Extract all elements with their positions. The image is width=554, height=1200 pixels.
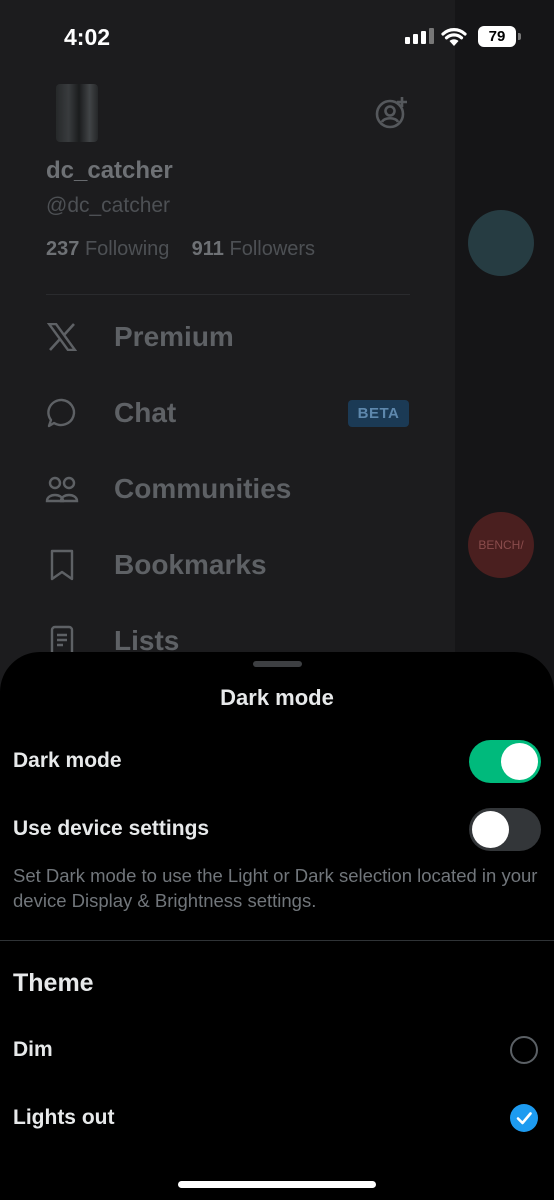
dark-mode-toggle[interactable]: [469, 740, 541, 783]
beta-badge: BETA: [348, 400, 409, 427]
followers-count: 911: [191, 238, 224, 260]
followers-label: Followers: [229, 238, 316, 260]
toggle-knob: [501, 743, 538, 780]
nav-item-label: Chat: [114, 397, 177, 428]
battery-icon: 79: [478, 26, 521, 47]
x-logo-icon: [44, 319, 80, 355]
people-icon: [44, 471, 80, 507]
following-link[interactable]: 237 Following: [46, 238, 169, 260]
helper-text: Set Dark mode to use the Light or Dark s…: [13, 865, 538, 911]
nav-item-chat[interactable]: Chat: [44, 388, 176, 438]
following-label: Following: [84, 238, 170, 260]
status-bar: 4:02 79: [0, 0, 554, 72]
theme-heading: Theme: [13, 969, 94, 997]
divider: [46, 294, 410, 295]
user-handle: @dc_catcher: [46, 194, 171, 217]
device-settings-toggle[interactable]: [469, 808, 541, 851]
nav-item-communities[interactable]: Communities: [44, 464, 291, 514]
nav-item-label: Premium: [114, 321, 234, 352]
checkmark-icon: [516, 1112, 532, 1125]
home-indicator[interactable]: [178, 1181, 376, 1188]
follow-stats: 237 Following 911 Followers: [46, 238, 315, 261]
nav-item-premium[interactable]: Premium: [44, 312, 234, 362]
theme-dim-radio[interactable]: [510, 1036, 538, 1064]
nav-item-label: Communities: [114, 473, 292, 504]
cellular-signal-icon: [405, 28, 434, 44]
clock: 4:02: [64, 24, 111, 50]
feed-avatar: [468, 210, 534, 276]
feed-avatar: BENCH/: [468, 512, 534, 578]
chat-bubble-icon: [44, 395, 80, 431]
toggle-knob: [472, 811, 509, 848]
avatar[interactable]: [56, 84, 98, 142]
theme-option-dim-label[interactable]: Dim: [13, 1038, 53, 1062]
nav-item-bookmarks[interactable]: Bookmarks: [44, 540, 267, 590]
theme-option-lights-out-label[interactable]: Lights out: [13, 1106, 114, 1130]
theme-lights-out-radio[interactable]: [510, 1104, 538, 1132]
dark-mode-label: Dark mode: [13, 749, 122, 772]
nav-item-label: Bookmarks: [114, 549, 267, 580]
device-settings-label: Use device settings: [13, 817, 210, 840]
following-count: 237: [46, 238, 80, 260]
display-name[interactable]: dc_catcher: [46, 157, 173, 185]
divider: [0, 940, 554, 941]
followers-link[interactable]: 911 Followers: [192, 238, 315, 260]
bookmark-icon: [44, 547, 80, 583]
sheet-grabber[interactable]: [253, 661, 302, 667]
dark-mode-sheet: Dark mode Dark mode Use device settings …: [0, 652, 554, 1200]
sheet-title: Dark mode: [220, 685, 334, 710]
add-account-icon[interactable]: [374, 96, 408, 130]
wifi-icon: [441, 28, 467, 46]
